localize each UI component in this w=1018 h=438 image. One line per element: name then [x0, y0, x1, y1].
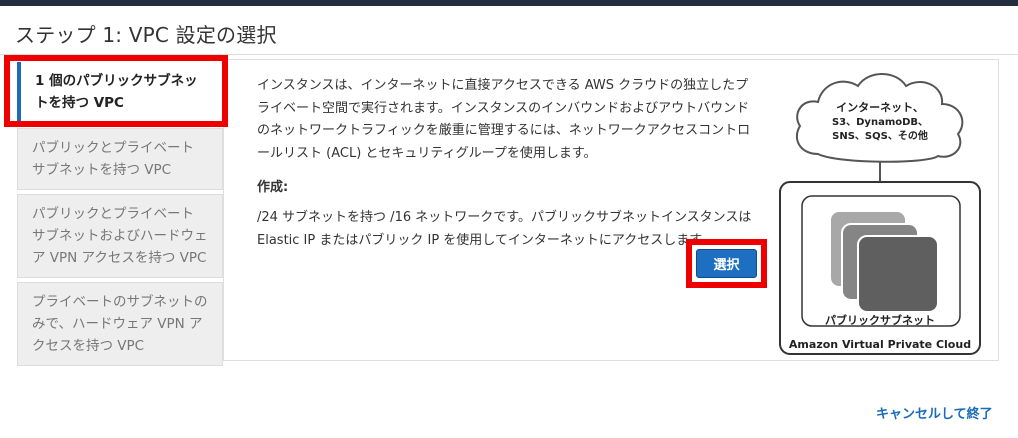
create-description: /24 サブネットを持つ /16 ネットワークです。パブリックサブネットインスタ… [257, 210, 752, 248]
top-nav-bar [0, 0, 1018, 6]
cloud-text-line3: SNS、SQS、その他 [832, 129, 928, 142]
tab-label: 1 個のパブリックサブネットを持つ VPC [35, 73, 198, 111]
cancel-and-exit-link[interactable]: キャンセルして終了 [876, 403, 993, 422]
cloud-text-line1: インターネット、 [836, 101, 924, 114]
tab-public-private-hardware-vpn[interactable]: パブリックとプライベート サブネットおよびハードウェア VPN アクセスを持つ … [17, 194, 223, 278]
vpc-diagram: インターネット、 S3、DynamoDB、 SNS、SQS、その他 パブリックサ… [779, 73, 981, 355]
tab-label: パブリックとプライベート サブネットを持つ VPC [32, 140, 194, 178]
vpc-label: Amazon Virtual Private Cloud [789, 338, 971, 351]
select-button[interactable]: 選択 [696, 249, 757, 278]
tab-private-only-hardware-vpn[interactable]: プライベートのサブネットのみで、ハードウェア VPN アクセスを持つ VPC [17, 282, 223, 366]
cloud-text-line2: S3、DynamoDB、 [832, 117, 928, 128]
page-title: ステップ 1: VPC 設定の選択 [15, 23, 277, 47]
title-divider [0, 54, 1018, 55]
create-heading: 作成: [257, 180, 289, 195]
vpc-description: インスタンスは、インターネットに直接アクセスできる AWS クラウドの独立したプ… [257, 78, 751, 161]
tab-label: パブリックとプライベート サブネットおよびハードウェア VPN アクセスを持つ … [32, 206, 208, 266]
tab-single-public-subnet[interactable]: 1 個のパブリックサブネットを持つ VPC [17, 62, 223, 124]
tab-label: プライベートのサブネットのみで、ハードウェア VPN アクセスを持つ VPC [32, 294, 208, 354]
subnet-label: パブリックサブネット [825, 313, 935, 327]
tab-public-and-private-subnets[interactable]: パブリックとプライベート サブネットを持つ VPC [17, 128, 223, 190]
